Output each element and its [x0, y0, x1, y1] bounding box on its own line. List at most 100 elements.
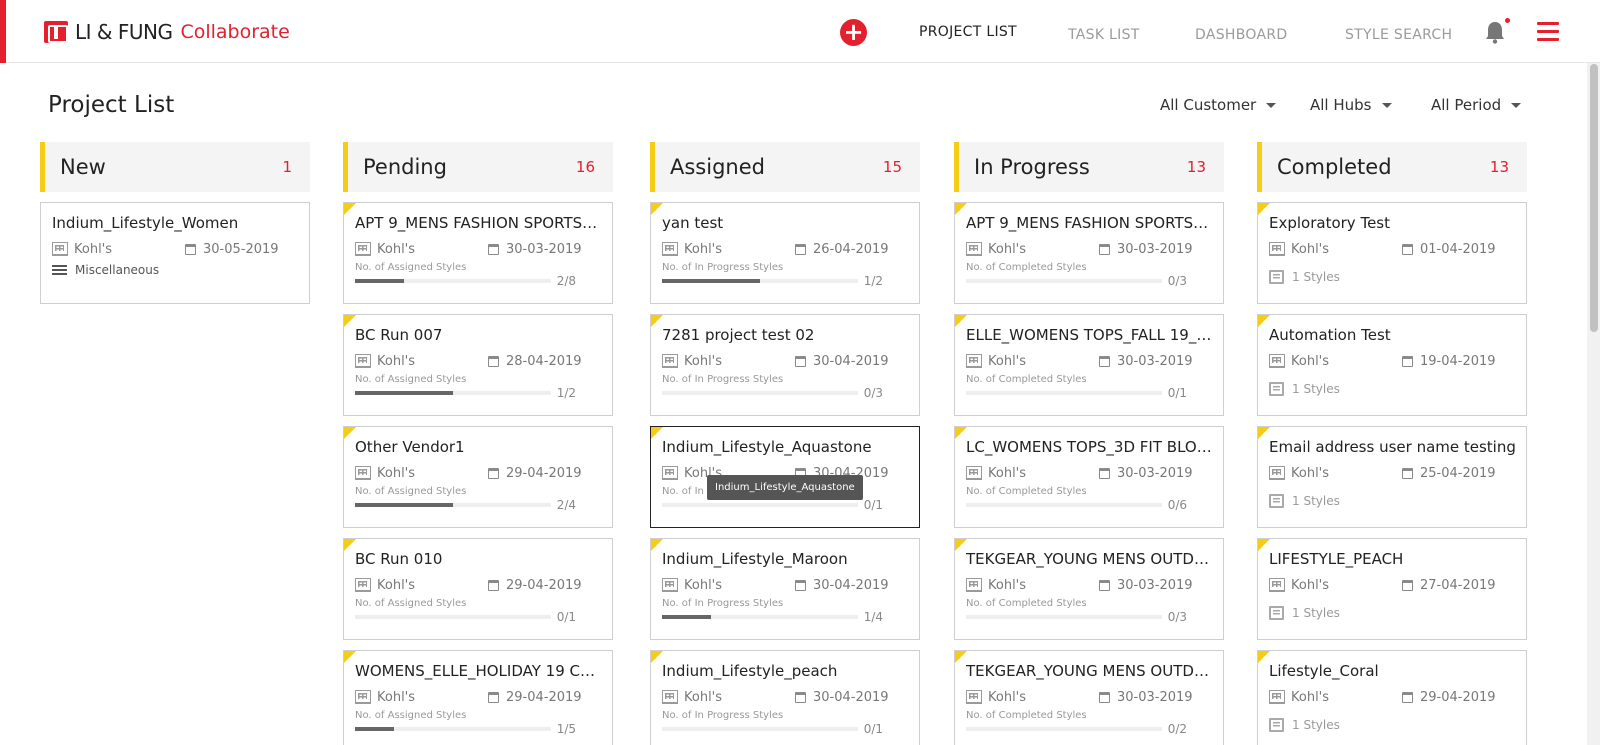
- progress-count: 0/1: [863, 722, 883, 736]
- styles-icon: [1269, 494, 1284, 508]
- project-card[interactable]: 7281 project test 02 Kohl's 30-04-2019 N…: [650, 314, 920, 416]
- project-card[interactable]: ELLE_WOMENS TOPS_FALL 19_CORE Kohl's 30-…: [954, 314, 1224, 416]
- nav-dashboard[interactable]: DASHBOARD: [1195, 27, 1287, 43]
- add-project-button[interactable]: +: [840, 19, 867, 46]
- project-card[interactable]: LIFESTYLE_PEACH Kohl's 27-04-2019 1 Styl…: [1257, 538, 1527, 640]
- project-card[interactable]: Indium_Lifestyle_peach Kohl's 30-04-2019…: [650, 650, 920, 745]
- card-title: ELLE_WOMENS TOPS_FALL 19_CORE: [966, 326, 1213, 344]
- calendar-icon: [1402, 579, 1413, 591]
- card-date: 30-03-2019: [506, 241, 582, 257]
- progress-count: 0/3: [1167, 610, 1187, 624]
- nav-project-list[interactable]: PROJECT LIST: [919, 24, 1017, 40]
- building-icon: [1269, 354, 1285, 368]
- card-styles: 1 Styles: [1292, 494, 1340, 508]
- progress-label: No. of Assigned Styles: [355, 710, 467, 721]
- project-card[interactable]: APT 9_MENS FASHION SPORTSWEAR_FALL 19 Ko…: [954, 202, 1224, 304]
- building-icon: [1269, 466, 1285, 480]
- card-date: 30-03-2019: [1117, 577, 1193, 593]
- card-customer: Kohl's: [377, 241, 416, 257]
- calendar-icon: [1099, 691, 1110, 703]
- project-card[interactable]: Indium_Lifestyle_Women Kohl's 30-05-2019…: [40, 202, 310, 304]
- card-customer: Kohl's: [684, 577, 723, 593]
- card-title-tooltip: Indium_Lifestyle_Aquastone: [707, 475, 863, 500]
- building-icon: [966, 242, 982, 256]
- nav-style-search[interactable]: STYLE SEARCH: [1345, 27, 1452, 43]
- building-icon: [1269, 242, 1285, 256]
- project-card[interactable]: APT 9_MENS FASHION SPORTSWEAR_SUMMER 19 …: [343, 202, 613, 304]
- hubs-filter[interactable]: All Hubs: [1310, 96, 1392, 114]
- progress-bar: [355, 279, 551, 283]
- nav-task-list[interactable]: TASK LIST: [1068, 27, 1140, 43]
- card-title: Other Vendor1: [355, 438, 465, 456]
- building-icon: [966, 578, 982, 592]
- styles-icon: [1269, 606, 1284, 620]
- building-icon: [1269, 578, 1285, 592]
- notification-dot: [1505, 18, 1510, 23]
- logo[interactable]: LI & FUNG Collaborate: [44, 20, 290, 44]
- calendar-icon: [795, 579, 806, 591]
- chevron-down-icon: [1266, 103, 1277, 108]
- building-icon: [966, 690, 982, 704]
- progress-count: 0/1: [863, 498, 883, 512]
- hubs-filter-label: All Hubs: [1310, 96, 1372, 114]
- project-card[interactable]: Other Vendor1 Kohl's 29-04-2019 No. of A…: [343, 426, 613, 528]
- styles-icon: [1269, 382, 1284, 396]
- project-card[interactable]: TEKGEAR_YOUNG MENS OUTDOOR_HOLIDAY Kohl'…: [954, 650, 1224, 745]
- hamburger-menu-icon[interactable]: [1537, 22, 1559, 41]
- progress-bar: [662, 503, 858, 507]
- card-title: BC Run 010: [355, 550, 443, 568]
- building-icon: [355, 354, 371, 368]
- period-filter[interactable]: All Period: [1431, 96, 1522, 114]
- card-category: Miscellaneous: [75, 263, 160, 277]
- progress-label: No. of In Progress Styles: [662, 710, 784, 721]
- calendar-icon: [488, 355, 499, 367]
- progress-bar: [966, 615, 1162, 619]
- card-date: 19-04-2019: [1420, 353, 1496, 369]
- project-card[interactable]: yan test Kohl's 26-04-2019 No. of In Pro…: [650, 202, 920, 304]
- building-icon: [52, 242, 68, 256]
- project-card[interactable]: Lifestyle_Coral Kohl's 29-04-2019 1 Styl…: [1257, 650, 1527, 745]
- project-card[interactable]: BC Run 007 Kohl's 28-04-2019 No. of Assi…: [343, 314, 613, 416]
- project-card[interactable]: Exploratory Test Kohl's 01-04-2019 1 Sty…: [1257, 202, 1527, 304]
- card-date: 30-04-2019: [813, 689, 889, 705]
- card-title: Email address user name testing: [1269, 438, 1516, 456]
- calendar-icon: [488, 579, 499, 591]
- project-card[interactable]: TEKGEAR_YOUNG MENS OUTDOOR_FALL Kohl's 3…: [954, 538, 1224, 640]
- card-title: LIFESTYLE_PEACH: [1269, 550, 1404, 568]
- calendar-icon: [1099, 355, 1110, 367]
- card-customer: Kohl's: [988, 241, 1027, 257]
- progress-count: 0/6: [1167, 498, 1187, 512]
- column-in-progress: In Progress 13 APT 9_MENS FASHION SPORTS…: [954, 142, 1224, 745]
- calendar-icon: [1402, 355, 1413, 367]
- scrollbar-thumb[interactable]: [1590, 64, 1598, 332]
- card-date: 30-05-2019: [203, 241, 279, 257]
- styles-icon: [1269, 270, 1284, 284]
- column-pending: Pending 16 APT 9_MENS FASHION SPORTSWEAR…: [343, 142, 613, 745]
- bell-icon-graphic: [1486, 22, 1504, 44]
- card-customer: Kohl's: [377, 465, 416, 481]
- progress-label: No. of Assigned Styles: [355, 262, 467, 273]
- building-icon: [966, 354, 982, 368]
- progress-fill: [355, 727, 395, 731]
- project-card[interactable]: BC Run 010 Kohl's 29-04-2019 No. of Assi…: [343, 538, 613, 640]
- customer-filter[interactable]: All Customer: [1160, 96, 1277, 114]
- progress-label: No. of Completed Styles: [966, 710, 1087, 721]
- progress-bar: [662, 615, 858, 619]
- card-date: 28-04-2019: [506, 353, 582, 369]
- project-card[interactable]: Email address user name testing Kohl's 2…: [1257, 426, 1527, 528]
- column-title: Pending: [363, 155, 447, 179]
- card-date: 29-04-2019: [506, 465, 582, 481]
- progress-bar: [966, 391, 1162, 395]
- column-count: 13: [1186, 158, 1206, 176]
- card-date: 29-04-2019: [506, 577, 582, 593]
- project-card[interactable]: LC_WOMENS TOPS_3D FIT BLOUSE Kohl's 30-0…: [954, 426, 1224, 528]
- project-card[interactable]: Indium_Lifestyle_Maroon Kohl's 30-04-201…: [650, 538, 920, 640]
- project-card[interactable]: WOMENS_ELLE_HOLIDAY 19 CORE Kohl's 29-04…: [343, 650, 613, 745]
- progress-count: 0/3: [1167, 274, 1187, 288]
- progress-label: No. of In Progress Styles: [662, 262, 784, 273]
- bell-icon[interactable]: [1484, 18, 1510, 44]
- card-title: Indium_Lifestyle_Women: [52, 214, 239, 232]
- project-card[interactable]: Automation Test Kohl's 19-04-2019 1 Styl…: [1257, 314, 1527, 416]
- column-header: Completed 13: [1257, 142, 1527, 192]
- calendar-icon: [795, 691, 806, 703]
